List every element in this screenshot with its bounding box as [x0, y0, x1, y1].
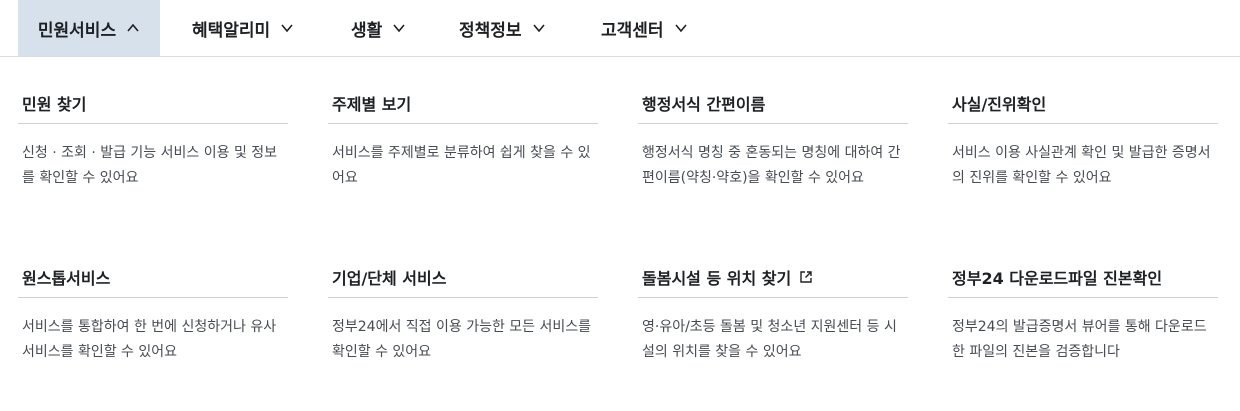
chevron-down-icon: [280, 21, 294, 35]
nav-item-civil-services[interactable]: 민원서비스: [18, 0, 160, 56]
nav-item-life[interactable]: 생활: [351, 0, 406, 56]
chevron-down-icon: [674, 21, 688, 35]
nav-item-label: 민원서비스: [37, 20, 117, 41]
card-title[interactable]: 민원 찾기: [18, 90, 288, 116]
divider: [948, 297, 1218, 298]
menu-card-civil-search[interactable]: 민원 찾기 신청 · 조회 · 발급 기능 서비스 이용 및 정보를 확인할 수…: [18, 90, 288, 186]
nav-item-label: 고객센터: [601, 20, 664, 41]
card-title[interactable]: 원스톱서비스: [18, 264, 288, 290]
divider: [18, 297, 288, 298]
divider: [948, 123, 1218, 124]
chevron-down-icon: [532, 21, 546, 35]
divider: [18, 123, 288, 124]
card-description: 영·유아/초등 돌봄 및 청소년 지원센터 등 시설의 위치를 찾을 수 있어요: [642, 319, 897, 360]
nav-item-label: 정책정보: [459, 20, 522, 41]
menu-card-by-topic[interactable]: 주제별 보기 서비스를 주제별로 분류하여 쉽게 찾을 수 있어요: [328, 90, 598, 186]
external-link-icon: [799, 270, 813, 284]
divider: [328, 123, 598, 124]
card-description: 행정서식 명칭 중 혼동되는 명칭에 대하여 간편이름(약칭·약호)을 확인할 …: [642, 145, 901, 186]
card-description: 서비스 이용 사실관계 확인 및 발급한 증명서의 진위를 확인할 수 있어요: [952, 145, 1211, 186]
card-description: 서비스를 통합하여 한 번에 신청하거나 유사 서비스를 확인할 수 있어요: [22, 319, 277, 360]
nav-item-benefit-alerts[interactable]: 혜택알리미: [192, 0, 294, 56]
card-description: 정부24에서 직접 이용 가능한 모든 서비스를 확인할 수 있어요: [332, 319, 592, 360]
card-description: 정부24의 발급증명서 뷰어를 통해 다운로드한 파일의 진본을 검증합니다: [952, 319, 1207, 360]
menu-card-download-authenticity[interactable]: 정부24 다운로드파일 진본확인 정부24의 발급증명서 뷰어를 통해 다운로드…: [948, 264, 1218, 360]
card-title[interactable]: 주제별 보기: [328, 90, 598, 116]
card-description: 서비스를 주제별로 분류하여 쉽게 찾을 수 있어요: [332, 145, 591, 186]
menu-card-fact-verification[interactable]: 사실/진위확인 서비스 이용 사실관계 확인 및 발급한 증명서의 진위를 확인…: [948, 90, 1218, 186]
menu-card-care-facility-locator[interactable]: 돌봄시설 등 위치 찾기 영·유아/초등 돌봄 및 청소년 지원센터 등 시설의…: [638, 264, 908, 360]
card-title[interactable]: 사실/진위확인: [948, 90, 1218, 116]
divider: [638, 123, 908, 124]
card-title[interactable]: 기업/단체 서비스: [328, 264, 598, 290]
card-title: 돌봄시설 등 위치 찾기: [642, 269, 792, 288]
menu-card-one-stop[interactable]: 원스톱서비스 서비스를 통합하여 한 번에 신청하거나 유사 서비스를 확인할 …: [18, 264, 288, 360]
menu-card-business-services[interactable]: 기업/단체 서비스 정부24에서 직접 이용 가능한 모든 서비스를 확인할 수…: [328, 264, 598, 360]
card-title[interactable]: 행정서식 간편이름: [638, 90, 908, 116]
top-navigation: 민원서비스 혜택알리미 생활 정책정보 고객센터: [0, 0, 1240, 57]
card-title[interactable]: 정부24 다운로드파일 진본확인: [948, 264, 1218, 290]
nav-item-label: 생활: [351, 20, 383, 41]
nav-item-label: 혜택알리미: [192, 20, 271, 41]
menu-card-form-short-names[interactable]: 행정서식 간편이름 행정서식 명칭 중 혼동되는 명칭에 대하여 간편이름(약칭…: [638, 90, 908, 186]
nav-item-policy-info[interactable]: 정책정보: [459, 0, 546, 56]
divider: [638, 297, 908, 298]
card-description: 신청 · 조회 · 발급 기능 서비스 이용 및 정보를 확인할 수 있어요: [22, 145, 278, 186]
card-title-row[interactable]: 돌봄시설 등 위치 찾기: [638, 264, 908, 290]
chevron-up-icon: [126, 21, 140, 35]
divider: [328, 297, 598, 298]
nav-item-customer-center[interactable]: 고객센터: [601, 0, 688, 56]
chevron-down-icon: [392, 21, 406, 35]
